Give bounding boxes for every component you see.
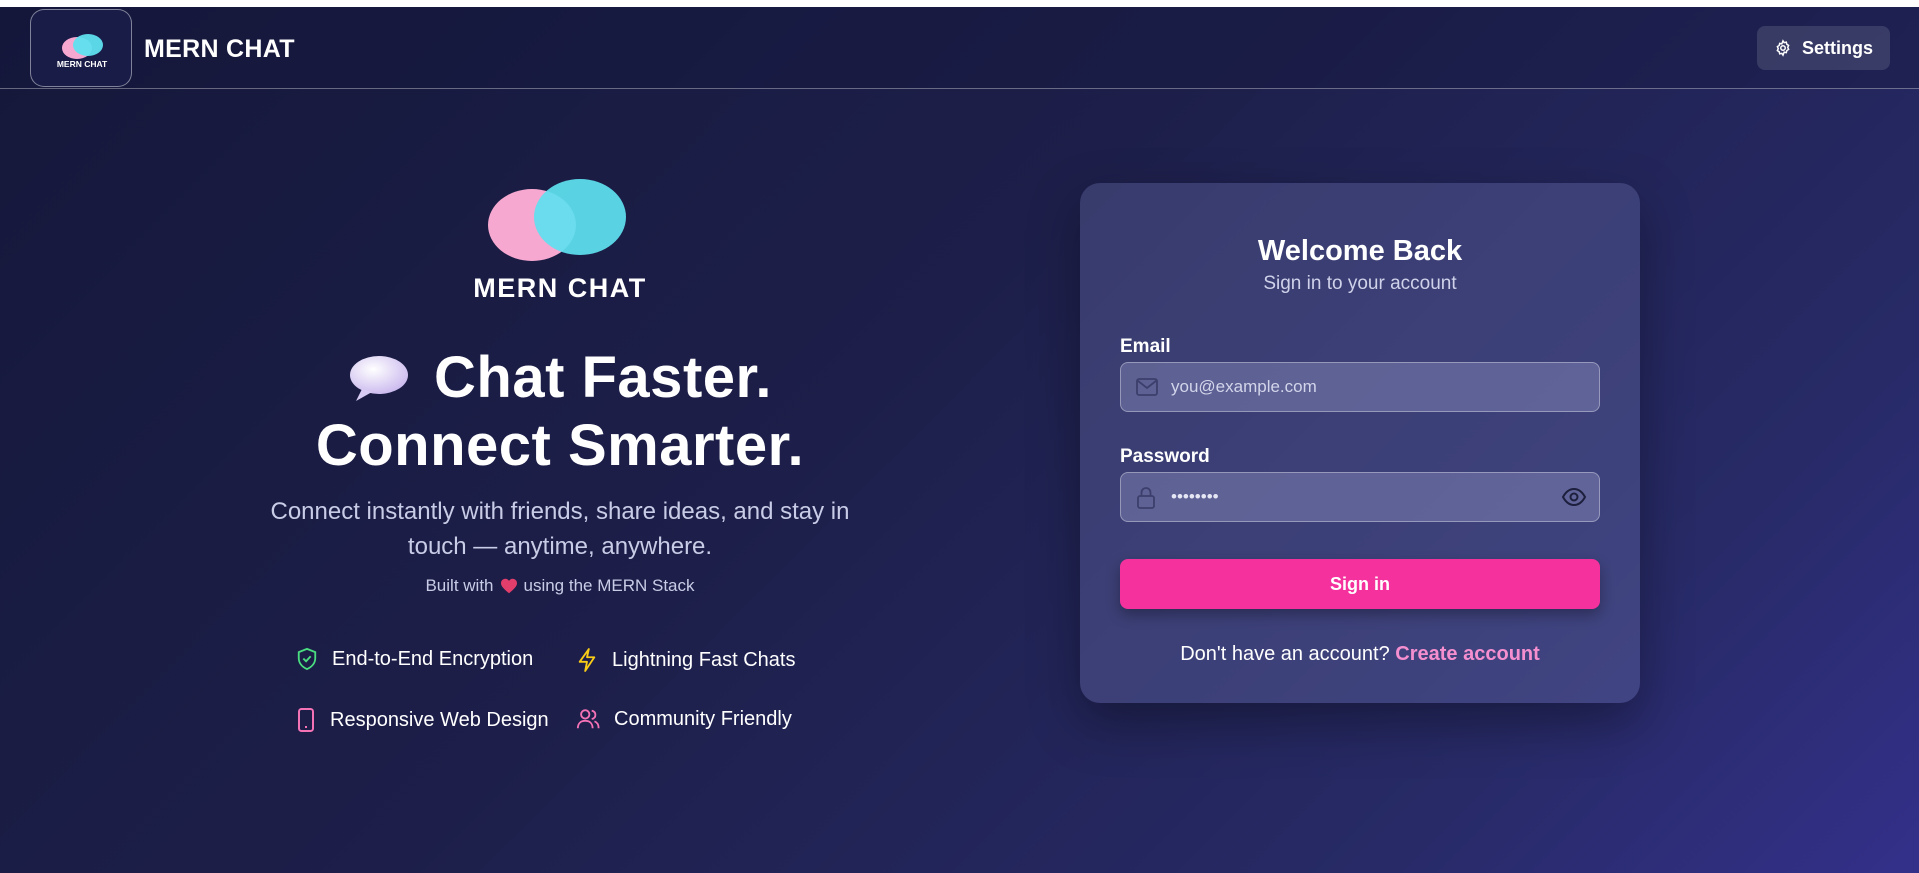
- feature-encryption: End-to-End Encryption: [296, 647, 533, 671]
- smartphone-icon: [298, 708, 314, 732]
- speech-bubble-icon: [350, 356, 408, 401]
- navbar: MERN CHAT MERN CHAT Settings: [0, 7, 1919, 89]
- mail-icon: [1136, 378, 1158, 396]
- eye-icon[interactable]: [1561, 487, 1587, 507]
- feature-fast-chats: Lightning Fast Chats: [576, 647, 795, 673]
- built-suffix: using the MERN Stack: [523, 576, 695, 595]
- heart-icon: [500, 578, 517, 594]
- login-subtitle: Sign in to your account: [1263, 273, 1457, 294]
- signup-prompt: Don't have an account?: [1180, 643, 1390, 665]
- app-root: MERN CHAT MERN CHAT Settings MERN CHAT C…: [0, 7, 1919, 873]
- chat-bubbles-logo-icon: MERN CHAT: [57, 34, 108, 69]
- settings-label: Settings: [1801, 37, 1873, 58]
- brand-logo[interactable]: MERN CHAT: [30, 9, 132, 87]
- built-with: Built with using the MERN Stack: [260, 576, 860, 596]
- hero-subtitle: Connect instantly with friends, share id…: [270, 498, 850, 560]
- shield-check-icon: [297, 647, 317, 671]
- logo-text: MERN CHAT: [57, 59, 108, 69]
- hero-logo: MERN CHAT: [473, 179, 646, 303]
- password-field-wrapper[interactable]: [1120, 472, 1600, 522]
- feature-label: Lightning Fast Chats: [612, 648, 796, 671]
- signup-line: Don't have an account? Create account: [1080, 643, 1640, 666]
- hero-logo-text: MERN CHAT: [473, 273, 646, 303]
- hero-title-line2: Connect Smarter.: [315, 413, 805, 478]
- email-label: Email: [1120, 336, 1171, 357]
- email-field-wrapper[interactable]: [1120, 362, 1600, 412]
- password-label: Password: [1120, 446, 1210, 467]
- feature-label: Responsive Web Design: [330, 708, 549, 731]
- built-prefix: Built with: [425, 576, 494, 595]
- lock-icon: [1137, 487, 1155, 509]
- brand-name[interactable]: MERN CHAT: [144, 35, 295, 64]
- settings-button[interactable]: Settings: [1757, 26, 1890, 70]
- password-input[interactable]: [1171, 473, 1551, 521]
- hero-title-line1: Chat Faster.: [434, 345, 772, 410]
- gear-icon: [1776, 39, 1790, 57]
- sign-in-button[interactable]: Sign in: [1120, 559, 1600, 609]
- feature-label: End-to-End Encryption: [332, 647, 534, 670]
- users-icon: [576, 709, 600, 729]
- login-title: Welcome Back: [1257, 235, 1463, 267]
- lightning-icon: [578, 648, 596, 672]
- login-card: Welcome Back Sign in to your account Ema…: [1080, 183, 1640, 703]
- feature-community: Community Friendly: [576, 707, 792, 731]
- hero-title: Chat Faster. Connect Smarter.: [260, 347, 860, 477]
- email-input[interactable]: [1171, 363, 1551, 411]
- feature-label: Community Friendly: [614, 707, 792, 730]
- feature-responsive: Responsive Web Design: [296, 707, 549, 733]
- create-account-link[interactable]: Create account: [1395, 643, 1540, 665]
